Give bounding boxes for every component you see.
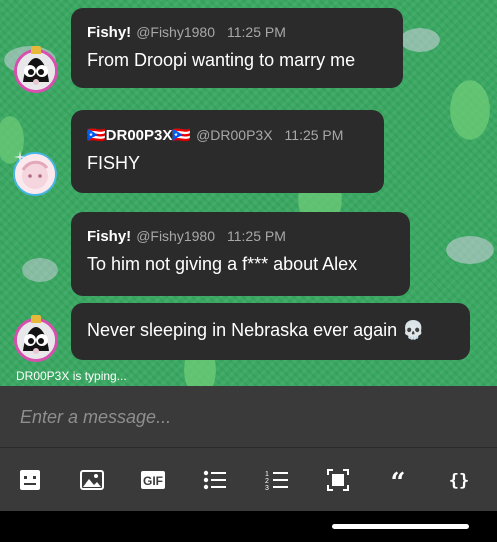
gif-label: GIF — [143, 474, 163, 488]
system-nav-bar — [0, 511, 497, 542]
fishy-avatar[interactable] — [14, 49, 58, 93]
message-time: 11:25 PM — [284, 127, 344, 143]
message-bubble[interactable]: Never sleeping in Nebraska ever again 💀 — [71, 303, 470, 360]
gif-icon[interactable]: GIF — [139, 467, 167, 493]
home-indicator[interactable] — [332, 524, 469, 529]
message-header: Fishy! @Fishy1980 11:25 PM — [87, 228, 410, 245]
screenshot-icon[interactable] — [325, 467, 351, 493]
message-time: 11:25 PM — [227, 24, 286, 40]
composer: GIF 1 2 3 — [0, 386, 497, 511]
image-icon[interactable] — [79, 467, 105, 493]
fishy-avatar-image — [17, 52, 55, 90]
fishy-avatar[interactable] — [14, 318, 58, 362]
message-author[interactable]: Fishy! — [87, 24, 131, 41]
message-author[interactable]: 🇵🇷DR00P3X🇵🇷 — [87, 126, 191, 144]
svg-text:2: 2 — [265, 478, 269, 485]
message-input-row — [0, 386, 497, 448]
svg-text:3: 3 — [265, 485, 269, 491]
message-bubble[interactable]: Fishy! @Fishy1980 11:25 PM From Droopi w… — [71, 8, 403, 88]
bullet-list-icon[interactable] — [202, 467, 228, 493]
crown-icon — [31, 315, 41, 323]
svg-text:1: 1 — [265, 471, 269, 478]
message-text: Never sleeping in Nebraska ever again 💀 — [87, 320, 425, 340]
message-text: From Droopi wanting to marry me — [87, 50, 356, 70]
message-bubble[interactable]: Fishy! @Fishy1980 11:25 PM To him not gi… — [71, 212, 410, 296]
message-time: 11:25 PM — [227, 228, 286, 244]
quote-label: “ — [391, 469, 406, 491]
typing-indicator: DR00P3X is typing... — [16, 369, 127, 383]
message-handle[interactable]: @Fishy1980 — [136, 228, 215, 244]
message-text: To him not giving a f*** about Alex — [87, 254, 358, 274]
chat-area[interactable]: Fishy! @Fishy1980 11:25 PM From Droopi w… — [0, 0, 497, 386]
emoji-icon[interactable] — [17, 467, 43, 493]
code-icon[interactable]: {} — [446, 467, 472, 493]
code-label: {} — [449, 471, 469, 491]
numbered-list-icon[interactable]: 1 2 3 — [264, 467, 290, 493]
message-header: 🇵🇷DR00P3X🇵🇷 @DR00P3X 11:25 PM — [87, 126, 384, 144]
message-author[interactable]: Fishy! — [87, 228, 131, 245]
crown-icon — [31, 46, 41, 54]
message-handle[interactable]: @Fishy1980 — [136, 24, 215, 40]
sparkle-icon — [14, 151, 26, 163]
message-text: FISHY — [87, 153, 141, 173]
message-header: Fishy! @Fishy1980 11:25 PM — [87, 24, 403, 41]
quote-icon[interactable]: “ — [385, 467, 411, 493]
message-input[interactable] — [20, 402, 480, 432]
message-handle[interactable]: @DR00P3X — [196, 127, 272, 143]
message-bubble[interactable]: 🇵🇷DR00P3X🇵🇷 @DR00P3X 11:25 PM FISHY — [71, 110, 384, 193]
formatting-toolbar: GIF 1 2 3 “ {} — [0, 449, 497, 511]
fishy-avatar-image — [17, 321, 55, 359]
